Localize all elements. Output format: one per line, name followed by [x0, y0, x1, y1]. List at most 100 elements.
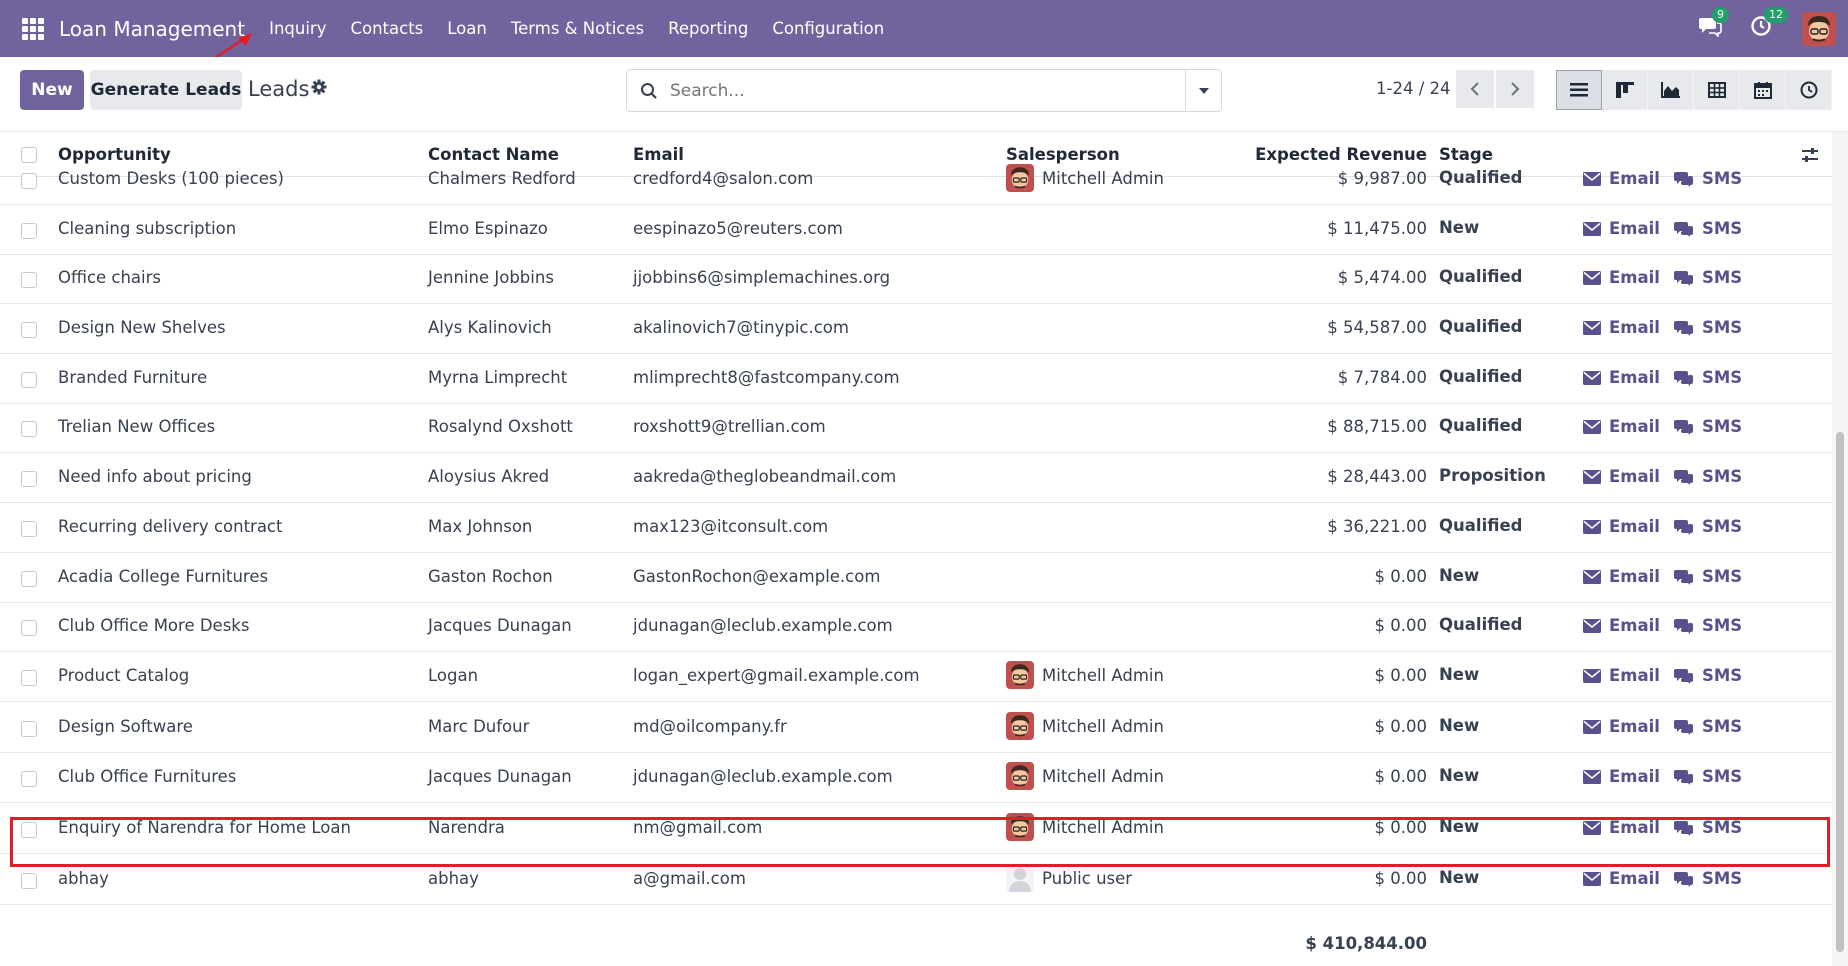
opportunity-cell[interactable]: Acadia College Furnitures: [58, 567, 268, 586]
email-cell[interactable]: akalinovich7@tinypic.com: [633, 318, 849, 337]
list-view-button[interactable]: [1556, 70, 1602, 110]
sms-action-button[interactable]: SMS: [1674, 717, 1742, 736]
sms-action-button[interactable]: SMS: [1674, 467, 1742, 486]
opportunity-cell[interactable]: abhay: [58, 869, 109, 888]
contact-name-cell[interactable]: Logan: [428, 666, 478, 685]
table-row[interactable]: Enquiry of Narendra for Home Loan Narendr…: [0, 804, 1832, 854]
salesperson-cell[interactable]: Mitchell Admin: [1006, 164, 1164, 192]
contact-name-cell[interactable]: Myrna Limprecht: [428, 368, 567, 387]
table-row[interactable]: Product Catalog Logan logan_expert@gmail.e…: [0, 652, 1832, 702]
opportunity-cell[interactable]: Custom Desks (100 pieces): [58, 169, 284, 188]
table-row[interactable]: Acadia College Furnitures Gaston Rochon Ga…: [0, 553, 1832, 603]
contact-name-cell[interactable]: Jennine Jobbins: [428, 268, 554, 287]
sms-action-button[interactable]: SMS: [1674, 818, 1742, 837]
email-action-button[interactable]: Email: [1583, 219, 1660, 238]
sms-action-button[interactable]: SMS: [1674, 219, 1742, 238]
sms-action-button[interactable]: SMS: [1674, 869, 1742, 888]
email-cell[interactable]: max123@itconsult.com: [633, 517, 828, 536]
opportunity-cell[interactable]: Office chairs: [58, 268, 161, 287]
row-checkbox[interactable]: [21, 873, 37, 889]
menu-terms-notices[interactable]: Terms & Notices: [499, 19, 656, 38]
search-bar[interactable]: [626, 69, 1222, 112]
email-cell[interactable]: credford4@salon.com: [633, 169, 813, 188]
menu-loan[interactable]: Loan: [435, 19, 499, 38]
email-action-button[interactable]: Email: [1583, 169, 1660, 188]
sms-action-button[interactable]: SMS: [1674, 318, 1742, 337]
contact-name-cell[interactable]: Rosalynd Oxshott: [428, 417, 573, 436]
email-cell[interactable]: GastonRochon@example.com: [633, 567, 880, 586]
email-cell[interactable]: aakreda@theglobeandmail.com: [633, 467, 896, 486]
search-options-toggle[interactable]: [1185, 70, 1221, 111]
email-action-button[interactable]: Email: [1583, 818, 1660, 837]
row-checkbox[interactable]: [21, 571, 37, 587]
vertical-scrollbar[interactable]: [1832, 132, 1848, 966]
row-checkbox[interactable]: [21, 471, 37, 487]
opportunity-cell[interactable]: Design Software: [58, 717, 193, 736]
email-action-button[interactable]: Email: [1583, 616, 1660, 635]
menu-configuration[interactable]: Configuration: [760, 19, 896, 38]
email-cell[interactable]: eespinazo5@reuters.com: [633, 219, 843, 238]
salesperson-cell[interactable]: Mitchell Admin: [1006, 712, 1164, 740]
contact-name-cell[interactable]: Max Johnson: [428, 517, 532, 536]
row-checkbox[interactable]: [21, 421, 37, 437]
table-row[interactable]: Trelian New Offices Rosalynd Oxshott roxsh…: [0, 403, 1832, 453]
contact-name-cell[interactable]: abhay: [428, 869, 479, 888]
contact-name-cell[interactable]: Marc Dufour: [428, 717, 529, 736]
new-button[interactable]: New: [20, 70, 84, 110]
email-action-button[interactable]: Email: [1583, 268, 1660, 287]
contact-name-cell[interactable]: Elmo Espinazo: [428, 219, 548, 238]
row-checkbox[interactable]: [21, 223, 37, 239]
sms-action-button[interactable]: SMS: [1674, 368, 1742, 387]
row-checkbox[interactable]: [21, 372, 37, 388]
email-action-button[interactable]: Email: [1583, 767, 1660, 786]
table-row[interactable]: Recurring delivery contract Max Johnson ma…: [0, 503, 1832, 553]
salesperson-cell[interactable]: Mitchell Admin: [1006, 762, 1164, 790]
pager-previous-button[interactable]: [1456, 70, 1494, 108]
opportunity-cell[interactable]: Cleaning subscription: [58, 219, 236, 238]
calendar-view-button[interactable]: [1740, 70, 1786, 110]
row-checkbox[interactable]: [21, 322, 37, 338]
apps-grid-icon[interactable]: [22, 17, 44, 40]
sms-action-button[interactable]: SMS: [1674, 567, 1742, 586]
email-cell[interactable]: roxshott9@trellian.com: [633, 417, 826, 436]
sms-action-button[interactable]: SMS: [1674, 616, 1742, 635]
sms-action-button[interactable]: SMS: [1674, 417, 1742, 436]
sms-action-button[interactable]: SMS: [1674, 666, 1742, 685]
scrollbar-thumb[interactable]: [1836, 432, 1844, 952]
contact-name-cell[interactable]: Alys Kalinovich: [428, 318, 552, 337]
activity-view-button[interactable]: [1786, 70, 1832, 110]
row-checkbox[interactable]: [21, 272, 37, 288]
email-cell[interactable]: jdunagan@leclub.example.com: [633, 767, 893, 786]
email-action-button[interactable]: Email: [1583, 567, 1660, 586]
row-checkbox[interactable]: [21, 822, 37, 838]
email-cell[interactable]: mlimprecht8@fastcompany.com: [633, 368, 900, 387]
opportunity-cell[interactable]: Need info about pricing: [58, 467, 252, 486]
opportunity-cell[interactable]: Product Catalog: [58, 666, 189, 685]
table-row[interactable]: Design New Shelves Alys Kalinovich akalino…: [0, 304, 1832, 354]
contact-name-cell[interactable]: Gaston Rochon: [428, 567, 553, 586]
graph-view-button[interactable]: [1648, 70, 1694, 110]
gear-icon[interactable]: [311, 79, 327, 95]
generate-leads-button[interactable]: Generate Leads: [90, 70, 242, 110]
table-row[interactable]: Need info about pricing Aloysius Akred aak…: [0, 453, 1832, 503]
search-input[interactable]: [670, 80, 1170, 101]
email-cell[interactable]: jjobbins6@simplemachines.org: [633, 268, 890, 287]
table-row[interactable]: Club Office More Desks Jacques Dunagan jdu…: [0, 602, 1832, 652]
kanban-view-button[interactable]: [1602, 70, 1648, 110]
contact-name-cell[interactable]: Aloysius Akred: [428, 467, 549, 486]
activities-clock-icon[interactable]: 12: [1750, 6, 1788, 43]
table-row[interactable]: Branded Furniture Myrna Limprecht mlimprec…: [0, 354, 1832, 404]
opportunity-cell[interactable]: Design New Shelves: [58, 318, 226, 337]
row-checkbox[interactable]: [21, 620, 37, 636]
email-action-button[interactable]: Email: [1583, 417, 1660, 436]
opportunity-cell[interactable]: Recurring delivery contract: [58, 517, 282, 536]
table-row[interactable]: Design Software Marc Dufour md@oilcompany.…: [0, 703, 1832, 753]
opportunity-cell[interactable]: Trelian New Offices: [58, 417, 215, 436]
row-checkbox[interactable]: [21, 721, 37, 737]
email-action-button[interactable]: Email: [1583, 666, 1660, 685]
row-checkbox[interactable]: [21, 670, 37, 686]
menu-contacts[interactable]: Contacts: [338, 19, 435, 38]
menu-reporting[interactable]: Reporting: [656, 19, 760, 38]
table-row[interactable]: Custom Desks (100 pieces) Chalmers Redfor…: [0, 155, 1832, 205]
row-checkbox[interactable]: [21, 173, 37, 189]
